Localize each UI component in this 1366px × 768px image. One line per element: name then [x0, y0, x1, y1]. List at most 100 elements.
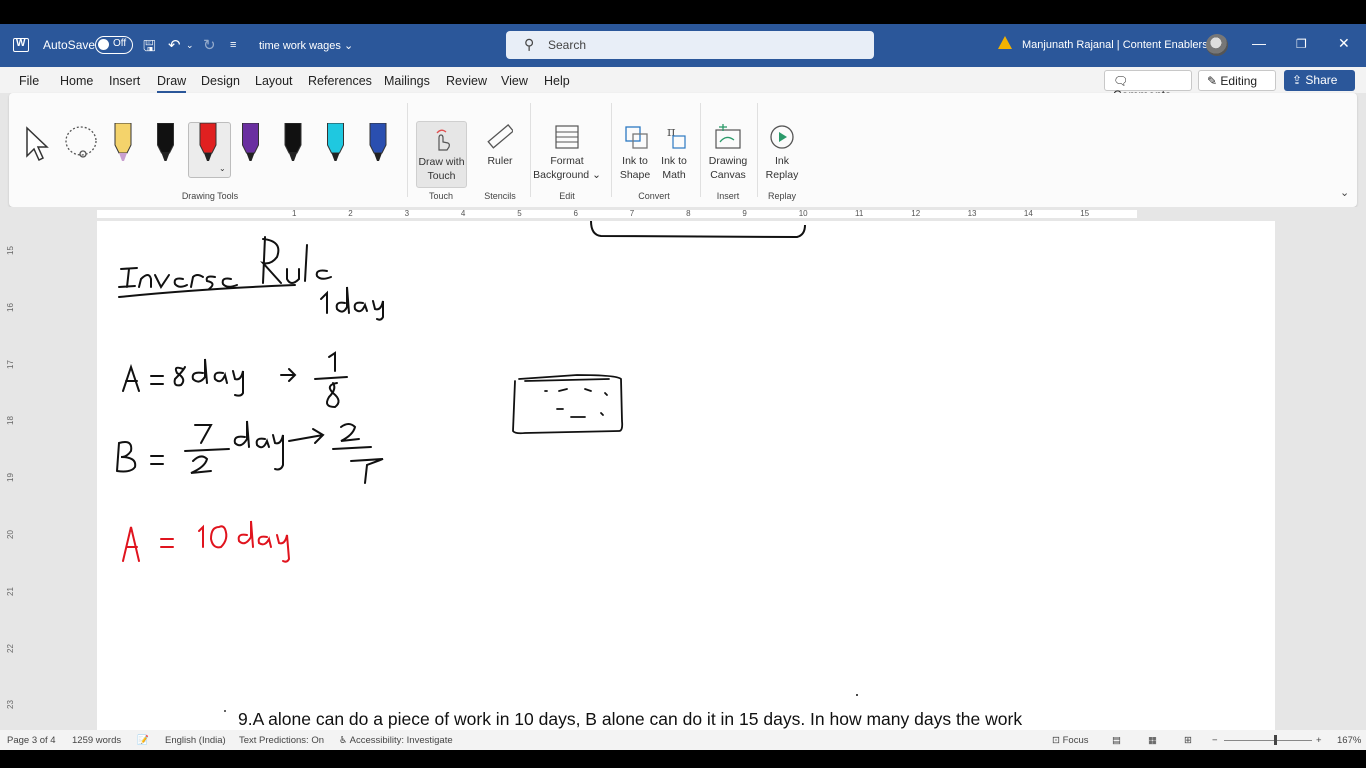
document-title[interactable]: time work wages ⌄ — [259, 39, 353, 52]
ink-replay-label-1: Ink — [774, 155, 789, 167]
tab-review[interactable]: Review — [446, 74, 487, 88]
ink-replay-button[interactable]: Ink Replay — [759, 121, 805, 181]
ink-to-math-button[interactable]: π Ink to Math — [655, 121, 693, 181]
group-replay: Replay — [767, 191, 796, 201]
tab-design[interactable]: Design — [201, 74, 240, 88]
ruler-label: Ruler — [487, 155, 513, 167]
accessibility-icon: ♿ — [339, 735, 348, 746]
read-mode-icon[interactable]: ▤ — [1112, 735, 1121, 746]
ruler-number: 5 — [517, 209, 522, 218]
tab-home[interactable]: Home — [60, 74, 93, 88]
ink-to-math-label-1: Ink to — [661, 155, 687, 167]
pen-options-chevron-icon[interactable]: ⌄ — [219, 164, 226, 173]
tab-file[interactable]: File — [19, 74, 39, 88]
zoom-level[interactable]: 167% — [1337, 735, 1361, 746]
divider — [611, 103, 612, 197]
tab-draw[interactable]: Draw — [157, 74, 187, 94]
format-background-label-1: Format — [550, 155, 584, 167]
vertical-ruler: 15 16 17 18 19 20 21 22 23 — [3, 221, 17, 746]
tab-references[interactable]: References — [308, 74, 372, 88]
format-background-button[interactable]: Format Background ⌄ — [531, 121, 603, 181]
group-drawing-tools: Drawing Tools — [181, 191, 239, 201]
format-background-label-2: Background ⌄ — [533, 169, 601, 181]
highlighter-cyan-icon[interactable] — [327, 123, 344, 161]
zoom-out-icon[interactable]: − — [1212, 735, 1218, 746]
save-icon[interactable]: 🖫 — [143, 36, 156, 61]
group-stencils: Stencils — [484, 191, 516, 201]
ink-drawing-layer[interactable] — [97, 221, 1275, 750]
highlighter-yellow-icon[interactable] — [114, 123, 132, 161]
autosave-label: AutoSave — [43, 38, 96, 52]
ink-line-red — [122, 520, 291, 563]
pen-black-icon[interactable] — [157, 123, 174, 161]
select-tool-icon[interactable] — [23, 126, 53, 166]
web-layout-icon[interactable]: ⊞ — [1184, 735, 1192, 746]
language[interactable]: English (India) — [165, 735, 226, 746]
zoom-in-icon[interactable]: + — [1316, 735, 1322, 746]
text-predictions[interactable]: Text Predictions: On — [239, 735, 324, 746]
vertical-ruler-number: 15 — [5, 246, 15, 255]
undo-dropdown-icon[interactable]: ⌄ — [186, 40, 194, 51]
tab-mailings[interactable]: Mailings — [384, 74, 430, 88]
warning-icon[interactable] — [998, 36, 1012, 49]
undo-icon[interactable]: ↶ — [168, 36, 181, 54]
replay-icon — [770, 125, 794, 149]
tab-view[interactable]: View — [501, 74, 528, 88]
ruler-button[interactable]: Ruler — [475, 121, 525, 181]
pen-red-icon[interactable] — [199, 123, 217, 161]
question-text[interactable]: 9.A alone can do a piece of work in 10 d… — [238, 709, 1022, 730]
tab-help[interactable]: Help — [544, 74, 570, 88]
pen-purple-icon[interactable] — [242, 123, 259, 161]
ink-to-shape-button[interactable]: Ink to Shape — [615, 121, 655, 181]
divider — [700, 103, 701, 197]
redo-icon: ↻ — [203, 37, 216, 54]
pencil-icon: ✎ — [1207, 74, 1218, 88]
ruler-number: 12 — [911, 209, 921, 218]
editing-mode-button[interactable]: ✎ Editing ⌄ — [1198, 70, 1276, 102]
toggle-knob — [98, 39, 109, 50]
zoom-slider[interactable] — [1224, 735, 1312, 745]
ruler-number: 4 — [460, 209, 466, 218]
user-name[interactable]: Manjunath Rajanal | Content Enablers — [1022, 39, 1208, 51]
ruler-track — [97, 210, 1137, 218]
ink-to-shape-icon — [625, 126, 648, 149]
accessibility-status[interactable]: ♿ Accessibility: Investigate — [339, 735, 453, 746]
ink-to-math-icon: π — [667, 125, 686, 149]
format-background-icon — [555, 125, 579, 149]
ink-heading — [118, 236, 332, 298]
minimize-icon[interactable]: — — [1252, 35, 1266, 51]
status-bar: Page 3 of 4 1259 words 📝 English (India)… — [0, 730, 1366, 750]
document-page[interactable]: 9.A alone can do a piece of work in 10 d… — [97, 221, 1275, 750]
word-count[interactable]: 1259 words — [72, 735, 121, 746]
tab-layout[interactable]: Layout — [255, 74, 293, 88]
vertical-ruler-number: 19 — [5, 473, 15, 483]
ink-replay-label-2: Replay — [765, 169, 799, 181]
zoom-slider-thumb[interactable] — [1274, 735, 1277, 745]
drawing-canvas-button[interactable]: Drawing Canvas — [702, 121, 754, 181]
draw-with-touch-button[interactable]: Draw with Touch — [416, 121, 467, 188]
ruler-icon — [487, 124, 513, 149]
share-button[interactable]: ⇪ Share ⌄ — [1284, 70, 1355, 101]
lasso-select-icon[interactable] — [63, 124, 103, 164]
restore-icon[interactable]: ❐ — [1296, 37, 1307, 51]
avatar[interactable] — [1206, 34, 1228, 56]
word-app-icon — [13, 38, 29, 52]
tab-insert[interactable]: Insert — [109, 74, 140, 88]
autosave-toggle[interactable]: Off — [95, 36, 133, 54]
customize-toolbar-icon[interactable]: ≡ — [230, 39, 236, 51]
search-icon: ⚲ — [524, 36, 535, 52]
pen-blue-galaxy-icon[interactable] — [369, 123, 387, 161]
proofing-icon[interactable]: 📝 — [137, 735, 149, 746]
close-icon[interactable]: ✕ — [1338, 35, 1350, 52]
page-count[interactable]: Page 3 of 4 — [7, 735, 56, 746]
ink-dot — [856, 694, 858, 696]
search-placeholder: Search — [548, 38, 587, 52]
pen-black-galaxy-icon[interactable] — [284, 123, 302, 161]
comments-button[interactable]: 🗨 Comments — [1104, 70, 1192, 102]
search-box[interactable]: ⚲ Search — [506, 31, 874, 59]
focus-button[interactable]: ⊡ Focus — [1052, 735, 1088, 746]
divider — [757, 103, 758, 197]
print-layout-icon[interactable]: ▦ — [1148, 735, 1157, 746]
collapse-ribbon-chevron-icon[interactable]: ⌄ — [1340, 186, 1349, 199]
share-label: Share — [1305, 73, 1338, 87]
